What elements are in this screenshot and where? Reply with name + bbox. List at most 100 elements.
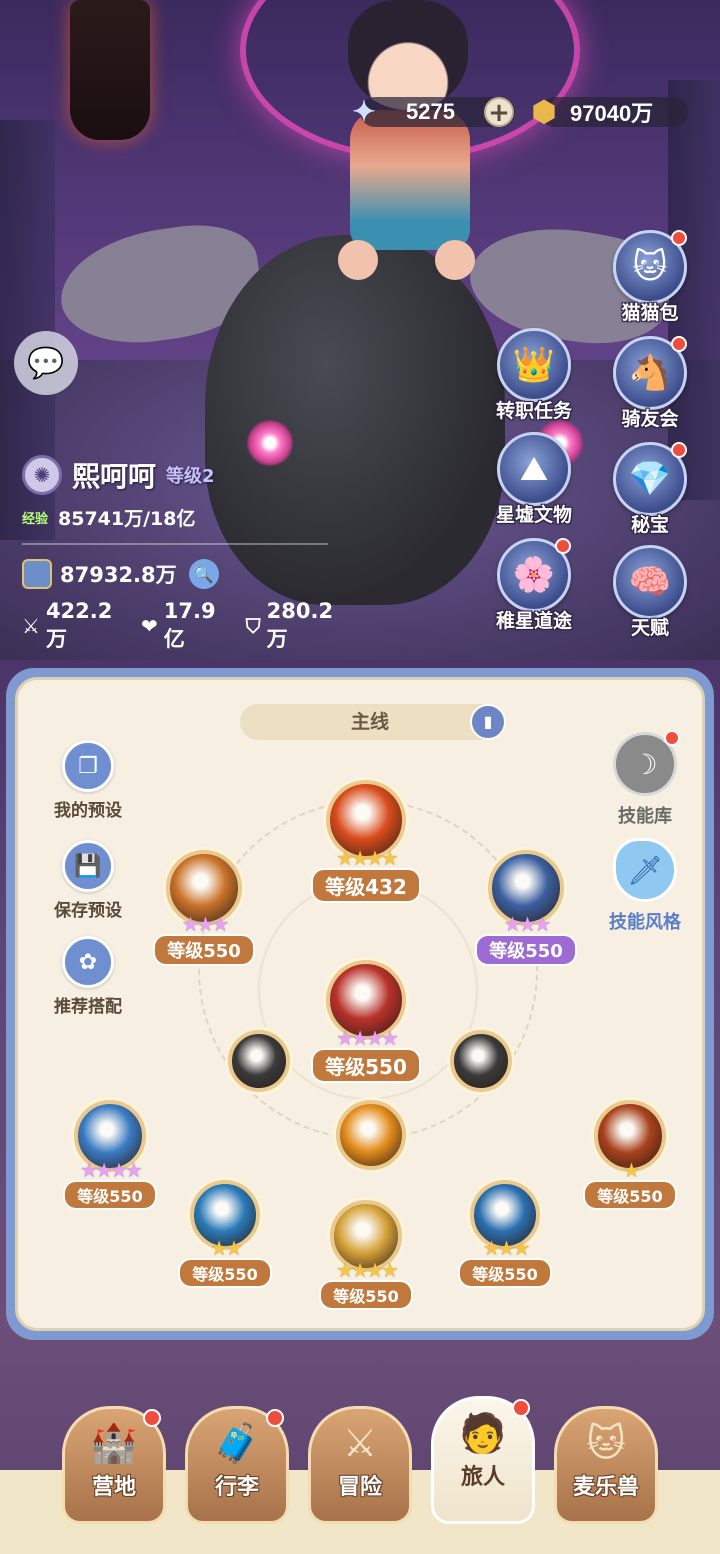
skill-stars: ★★★★ xyxy=(336,1258,399,1282)
talent-label: 天赋 xyxy=(630,617,669,639)
skill-style-label: 技能风格 xyxy=(609,912,681,933)
hp-value: 17.9亿 xyxy=(163,599,216,651)
defense-icon: ⛉ xyxy=(245,614,261,638)
skill-slot[interactable]: ★★★★ 等级550 xyxy=(306,1200,426,1310)
class-change-label: 转职任务 xyxy=(495,400,572,422)
skill-level-badge: 等级550 xyxy=(475,934,577,966)
skill-slot[interactable] xyxy=(199,1030,319,1100)
skill-stars: ★★★★ xyxy=(80,1158,143,1182)
skill-level-badge: 等级550 xyxy=(63,1180,157,1210)
skill-slot[interactable] xyxy=(421,1030,541,1100)
star-path-button[interactable]: 🌸 稚星道途 xyxy=(489,538,579,633)
attack-icon: ⚔ xyxy=(22,614,40,638)
talent-button[interactable]: 🧠 天赋 xyxy=(605,545,695,640)
skill-stars xyxy=(199,1078,319,1100)
skill-level-badge: 等级550 xyxy=(178,1258,272,1288)
nav-luggage[interactable]: 🧳 行李 xyxy=(185,1406,289,1524)
player-name-row[interactable]: ✺ 熙呵呵 等级2 xyxy=(22,452,362,498)
nav-luggage-label: 行李 xyxy=(214,1475,259,1500)
swords-icon: ⚔ xyxy=(342,1421,378,1465)
player-emblem-icon: ✺ xyxy=(22,455,62,495)
notification-badge xyxy=(671,230,687,246)
heart-icon: ❤ xyxy=(140,614,158,638)
skill-level-badge: 等级550 xyxy=(153,934,255,966)
nav-traveler[interactable]: 🧑 旅人 xyxy=(431,1396,535,1524)
nav-beast[interactable]: 🐱 麦乐兽 xyxy=(554,1406,658,1524)
chat-bubble-icon: 💬 xyxy=(27,345,65,381)
skill-stars: ★★★ xyxy=(181,912,230,936)
skill-stars: ★★★★ xyxy=(336,1026,399,1050)
nav-adventure-label: 冒险 xyxy=(337,1475,382,1500)
nav-adventure[interactable]: ⚔ 冒险 xyxy=(308,1406,412,1524)
skill-level-badge: 等级432 xyxy=(311,868,421,903)
exp-row: 经验 85741万/18亿 xyxy=(22,504,362,531)
character-body xyxy=(350,110,470,250)
shield-icon xyxy=(22,559,52,589)
search-icon[interactable]: 🔍 xyxy=(188,559,219,589)
skill-slot[interactable]: ★★★ 等级550 xyxy=(144,850,264,966)
exp-tag: 经验 xyxy=(22,512,49,527)
add-currency-button[interactable]: + xyxy=(484,97,514,127)
tab-main-line[interactable]: 主线 xyxy=(240,704,500,740)
skill-stars xyxy=(421,1078,541,1100)
save-icon: 💾 xyxy=(62,840,114,892)
notification-badge xyxy=(664,730,680,746)
treasure-button[interactable]: 💎 秘宝 xyxy=(605,442,695,537)
star-path-label: 稚星道途 xyxy=(495,610,572,632)
relic-button[interactable]: ⛰ 星墟文物 xyxy=(489,432,579,527)
book-icon[interactable]: ▮ xyxy=(470,704,506,740)
skill-slot[interactable]: ★★ 等级550 xyxy=(165,1180,285,1288)
save-preset-button[interactable]: 💾 保存预设 xyxy=(38,840,138,921)
sword-icon: 🗡 xyxy=(613,838,677,902)
talent-icon: 🧠 xyxy=(613,545,687,619)
player-name: 熙呵呵 xyxy=(72,460,157,493)
nav-beast-label: 麦乐兽 xyxy=(572,1475,639,1500)
star-currency-value: 5275 xyxy=(406,99,455,124)
skill-library-button[interactable]: ☽ 技能库 xyxy=(590,730,700,828)
player-info: ✺ 熙呵呵 等级2 经验 85741万/18亿 87932.8万 🔍 ⚔ 422.… xyxy=(22,452,362,653)
attack-value: 422.2万 xyxy=(45,599,113,651)
beast-icon: 🐱 xyxy=(586,1421,626,1465)
cat-bag-button[interactable]: 🐱 猫猫包 xyxy=(605,230,695,325)
skill-stars: ★ xyxy=(622,1158,641,1182)
skill-slot[interactable]: ★★★ 等级550 xyxy=(466,850,586,966)
my-preset-label: 我的预设 xyxy=(54,801,122,821)
preset-cards-icon: ❐ xyxy=(62,740,114,792)
gold-currency-value: 97040万 xyxy=(570,101,654,126)
star-gem-icon: ✦ xyxy=(352,95,376,127)
skill-slot[interactable] xyxy=(311,1100,431,1178)
skill-slot[interactable]: ★★★ 等级550 xyxy=(445,1180,565,1288)
skill-library-label: 技能库 xyxy=(618,806,672,827)
gold-coin-icon: ⬢ xyxy=(531,95,557,127)
my-preset-button[interactable]: ❐ 我的预设 xyxy=(38,740,138,821)
skill-slot[interactable]: ★ 等级550 xyxy=(570,1100,690,1210)
rider-club-button[interactable]: 🐴 骑友会 xyxy=(605,336,695,431)
exp-value: 85741万/18亿 xyxy=(58,508,196,530)
treasure-label: 秘宝 xyxy=(630,514,669,536)
recommend-button[interactable]: ✿ 推荐搭配 xyxy=(38,936,138,1017)
class-change-button[interactable]: 👑 转职任务 xyxy=(489,328,579,423)
character-hand xyxy=(338,240,378,280)
skill-stars: ★★★ xyxy=(482,1236,531,1260)
character-hand xyxy=(435,240,475,280)
save-preset-label: 保存预设 xyxy=(54,901,122,921)
relic-label: 星墟文物 xyxy=(495,504,572,526)
skill-slot[interactable]: ★★★★ 等级432 xyxy=(306,780,426,903)
skill-stars: ★★ xyxy=(210,1236,243,1260)
skill-style-button[interactable]: 🗡 技能风格 xyxy=(590,838,700,934)
chat-button[interactable]: 💬 xyxy=(14,331,78,395)
skill-panel: 主线 ▮ ❐ 我的预设 💾 保存预设 ✿ 推荐搭配 ☽ 技能库 🗡 技能风格 ★… xyxy=(6,668,714,1340)
skill-stars: ★★★★ xyxy=(336,846,399,870)
nav-camp-label: 营地 xyxy=(91,1475,136,1500)
skill-stars: ★★★ xyxy=(503,912,552,936)
notification-badge xyxy=(143,1409,161,1427)
notification-badge xyxy=(671,442,687,458)
power-value: 87932.8万 xyxy=(60,563,177,587)
recommend-label: 推荐搭配 xyxy=(54,997,122,1017)
notification-badge xyxy=(671,336,687,352)
skill-slot[interactable]: ★★★★ 等级550 xyxy=(50,1100,170,1210)
nav-camp[interactable]: 🏰 营地 xyxy=(62,1406,166,1524)
nav-traveler-label: 旅人 xyxy=(460,1465,505,1490)
recommend-icon: ✿ xyxy=(62,936,114,988)
skill-slot[interactable]: ★★★★ 等级550 xyxy=(306,960,426,1083)
